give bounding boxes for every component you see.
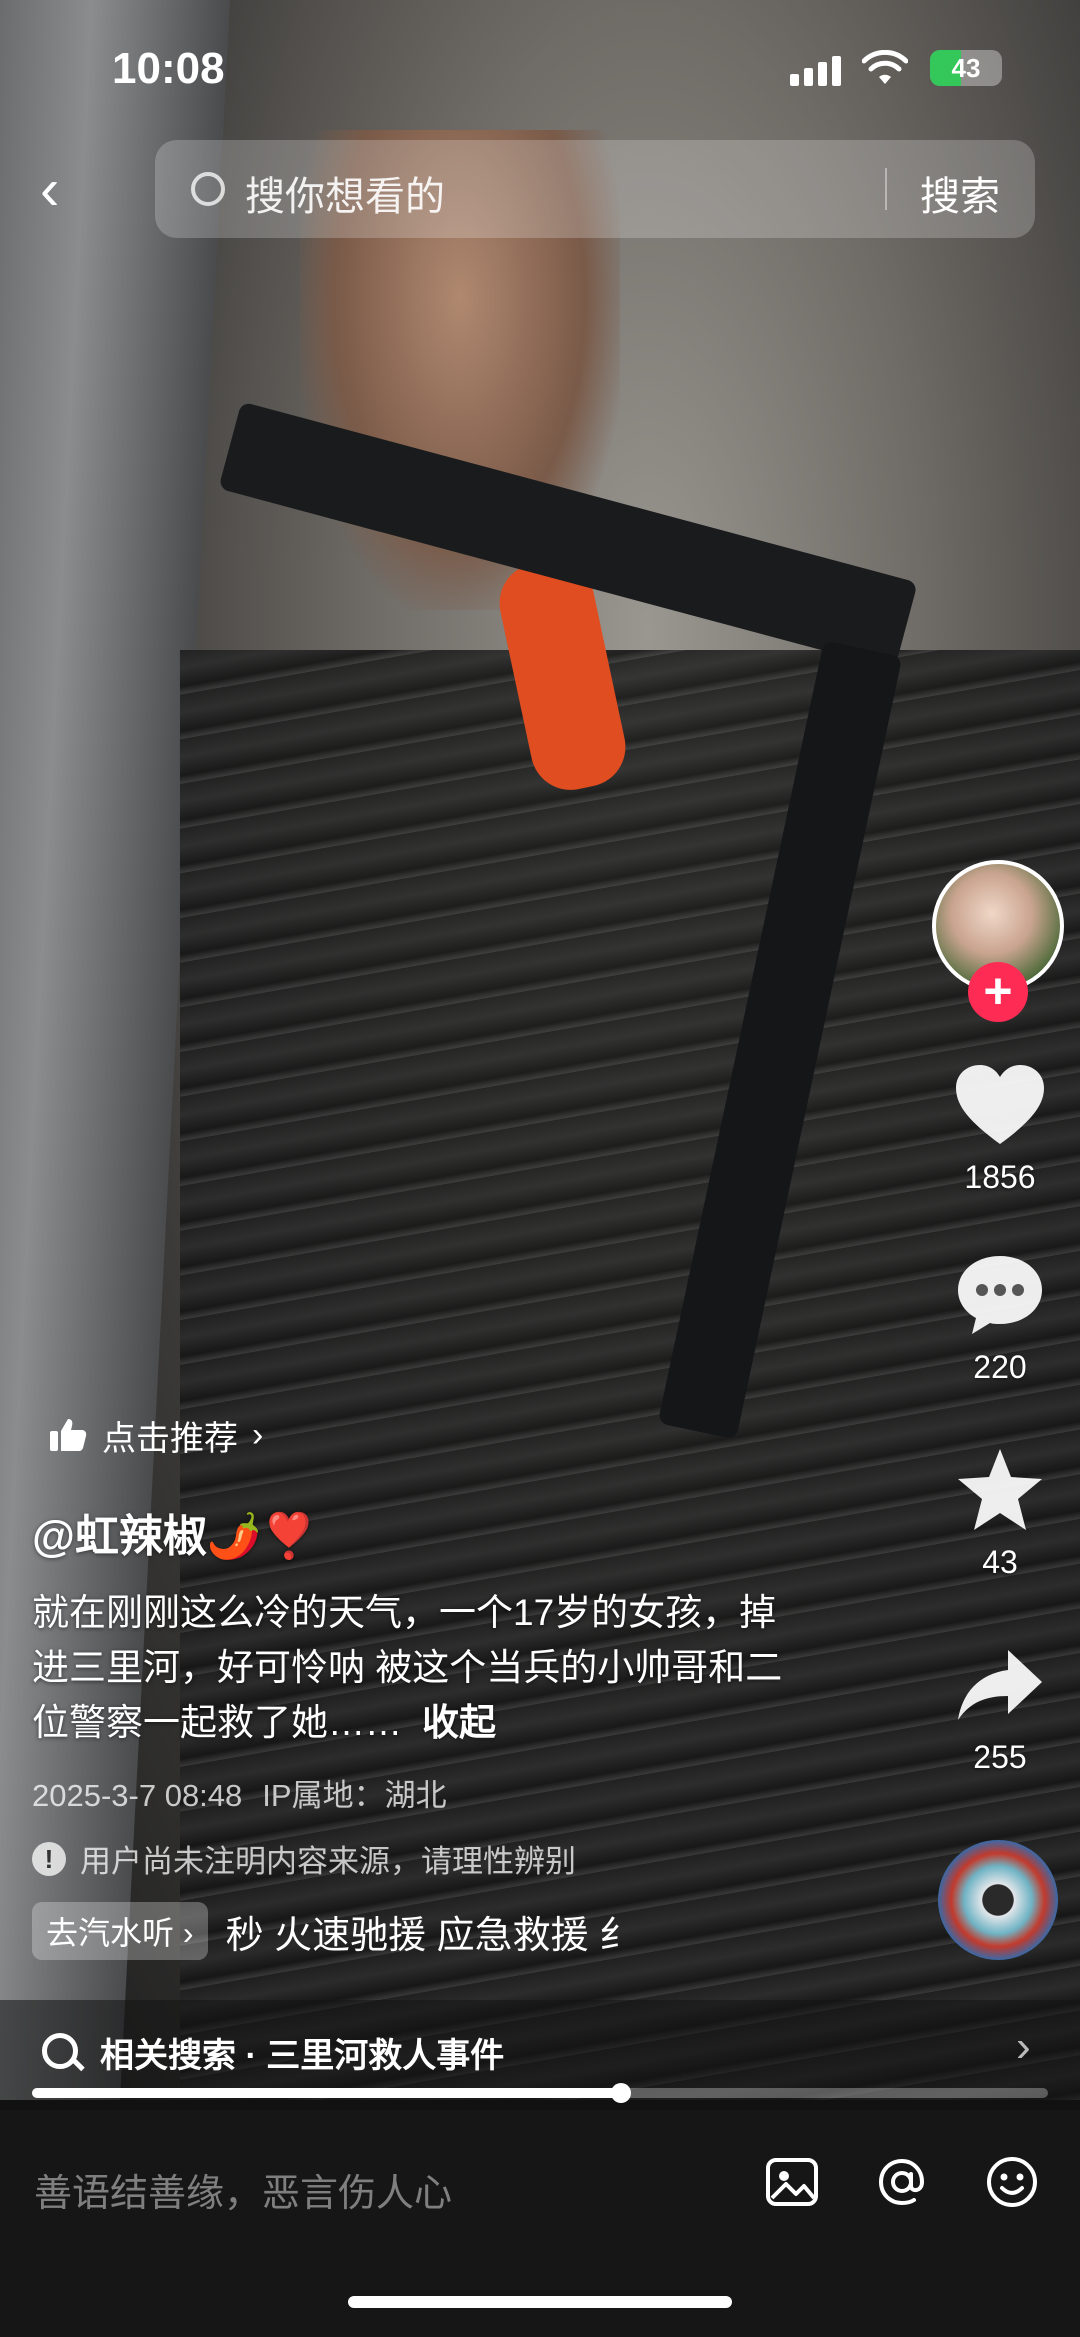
status-bar: 10:08 43 <box>0 0 1080 140</box>
share-count: 255 <box>973 1739 1027 1775</box>
image-icon[interactable] <box>762 2152 822 2212</box>
share-icon <box>958 1650 1042 1720</box>
music-disc[interactable] <box>938 1840 1058 1960</box>
search-divider <box>885 168 887 210</box>
tag-row: 去汽水听 › 秒 火速驰援 应急救援 纟 <box>32 1902 846 1960</box>
wifi-icon <box>862 50 908 84</box>
star-icon <box>958 1449 1042 1530</box>
cellular-signal-icon <box>790 56 841 86</box>
battery-icon: 43 <box>930 50 1002 86</box>
search-icon <box>191 172 225 206</box>
progress-fill <box>32 2088 622 2098</box>
search-button[interactable]: 搜索 <box>920 164 1000 222</box>
author-name[interactable]: @虹辣椒🌶️❣️ <box>32 1500 316 1564</box>
search-input[interactable]: 搜你想看的 <box>245 164 445 222</box>
collapse-button[interactable]: 收起 <box>422 1702 496 1743</box>
heart-icon <box>956 1065 1044 1144</box>
thumbs-up-icon <box>50 1419 87 1451</box>
emoji-icon[interactable] <box>982 2152 1042 2212</box>
battery-level: 43 <box>951 53 981 83</box>
info-icon: ! <box>32 1841 66 1876</box>
comment-input[interactable]: 善语结善缘，恶言伤人心 <box>34 2162 452 2217</box>
source-warning: ! 用户尚未注明内容来源，请理性辨别 <box>32 1836 576 1881</box>
like-button[interactable]: 1856 <box>930 1060 1070 1196</box>
music-title: 秒 火速驰援 应急救援 纟 <box>225 1914 638 1957</box>
comment-button[interactable]: 220 <box>930 1250 1070 1386</box>
post-date: 2025-3-7 08:48 <box>32 1778 243 1813</box>
follow-button[interactable]: + <box>968 962 1028 1022</box>
favorite-button[interactable]: 43 <box>930 1445 1070 1581</box>
related-search-label: 相关搜索 · 三里河救人事件 <box>100 2037 505 2075</box>
comment-count: 220 <box>973 1349 1027 1385</box>
playback-progress[interactable] <box>32 2083 1048 2103</box>
source-warning-text: 用户尚未注明内容来源，请理性辨别 <box>80 1844 576 1879</box>
back-button[interactable]: ‹ <box>40 160 90 220</box>
related-search-bar[interactable]: 相关搜索 · 三里河救人事件 › <box>0 2000 1080 2100</box>
search-icon <box>42 2033 78 2069</box>
comment-icon <box>958 1256 1042 1334</box>
favorite-count: 43 <box>982 1544 1018 1580</box>
caption-text: 就在刚刚这么冷的天气，一个17岁的女孩，掉进三里河，好可怜呐 被这个当兵的小帅哥… <box>32 1592 783 1743</box>
music-tag-button[interactable]: 去汽水听 › <box>32 1902 208 1960</box>
ip-location: IP属地：湖北 <box>262 1778 447 1813</box>
chevron-left-icon: ‹ <box>40 157 60 222</box>
search-bar[interactable]: 搜你想看的 搜索 <box>155 140 1035 238</box>
share-button[interactable]: 255 <box>930 1640 1070 1776</box>
chevron-right-icon: › <box>182 1915 194 1951</box>
music-tag-label: 去汽水听 <box>46 1915 175 1951</box>
mention-icon[interactable] <box>872 2152 932 2212</box>
recommend-button[interactable]: 点击推荐 › <box>28 1400 287 1470</box>
home-indicator <box>348 2296 732 2308</box>
recommend-label: 点击推荐 <box>102 1419 238 1458</box>
chevron-right-icon: › <box>252 1415 264 1454</box>
like-count: 1856 <box>964 1159 1036 1195</box>
post-meta: 2025-3-7 08:48 IP属地：湖北 <box>32 1770 447 1815</box>
progress-handle[interactable] <box>611 2083 632 2103</box>
status-time: 10:08 <box>112 44 225 93</box>
video-caption: 就在刚刚这么冷的天气，一个17岁的女孩，掉进三里河，好可怜呐 被这个当兵的小帅哥… <box>32 1585 812 1750</box>
chevron-right-icon: › <box>1016 2022 1031 2071</box>
